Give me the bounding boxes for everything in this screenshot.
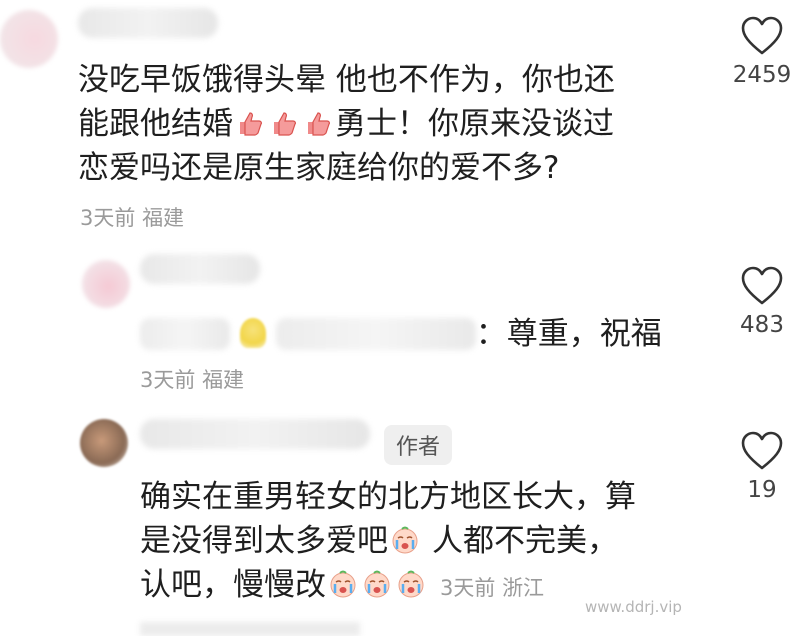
comment-meta: 3天前 福建	[140, 364, 244, 394]
thumbs-up-emoji-icon	[308, 112, 330, 136]
watermark: www.ddrj.vip	[585, 598, 682, 616]
comment-text: ：尊重，祝福	[140, 312, 662, 356]
like-count: 483	[740, 312, 784, 338]
crying-face-emoji-icon	[330, 570, 356, 598]
timestamp: 3天前	[140, 368, 196, 392]
bulb-emoji-icon	[239, 318, 266, 348]
timestamp: 3天前	[80, 206, 136, 230]
crying-face-emoji-icon	[364, 570, 390, 598]
comment-text: 确实在重男轻女的北方地区长大，算 是没得到太多爱吧 人都不完美， 认吧，慢慢改 3天…	[140, 475, 636, 610]
comment-meta: 3天前 浙江	[440, 576, 544, 600]
heart-outline-icon	[741, 431, 783, 470]
location: 福建	[202, 368, 245, 392]
like-button[interactable]: 2459	[732, 16, 792, 88]
comment-meta: 3天前 福建	[80, 202, 184, 232]
thumbs-up-emoji-icon	[274, 112, 296, 136]
location: 浙江	[502, 576, 545, 600]
comment-2: ：尊重，祝福 3天前 福建 483	[0, 240, 800, 405]
crying-face-emoji-icon	[398, 570, 424, 598]
comment-line: 能跟他结婚 勇士！你原来没谈过	[78, 106, 614, 142]
like-button[interactable]: 483	[732, 266, 792, 338]
comment-line: 恋爱吗还是原生家庭给你的爱不多?	[78, 150, 560, 186]
avatar[interactable]	[80, 419, 128, 467]
author-badge: 作者	[384, 425, 453, 465]
like-count: 19	[747, 477, 777, 503]
heart-outline-icon	[741, 266, 783, 305]
username-blurred[interactable]	[140, 254, 260, 284]
comment-line: 没吃早饭饿得头晕 他也不作为，你也还	[78, 62, 615, 98]
like-button[interactable]: 19	[732, 431, 792, 503]
comment-1: 没吃早饭饿得头晕 他也不作为，你也还 能跟他结婚 勇士！你原来没谈过 恋爱吗还是原…	[0, 0, 800, 240]
like-count: 2459	[732, 62, 792, 88]
username-blurred[interactable]	[78, 8, 218, 38]
comment-line: 认吧，慢慢改 3天前 浙江	[140, 567, 545, 603]
location: 福建	[142, 206, 185, 230]
avatar[interactable]	[82, 260, 130, 308]
heart-outline-icon	[741, 16, 783, 55]
avatar[interactable]	[0, 10, 58, 68]
comment-line: 确实在重男轻女的北方地区长大，算	[140, 479, 636, 515]
blurred-text	[275, 318, 476, 350]
username-blurred[interactable]	[140, 419, 370, 449]
comment-line: 是没得到太多爱吧 人都不完美，	[140, 523, 618, 559]
comment-visible-text: 尊重，祝福	[506, 316, 662, 352]
comment-text: 没吃早饭饿得头晕 他也不作为，你也还 能跟他结婚 勇士！你原来没谈过 恋爱吗还是原…	[78, 58, 615, 190]
crying-face-emoji-icon	[392, 526, 418, 554]
thumbs-up-emoji-icon	[240, 112, 262, 136]
timestamp: 3天前	[440, 576, 496, 600]
blurred-text	[140, 318, 230, 350]
